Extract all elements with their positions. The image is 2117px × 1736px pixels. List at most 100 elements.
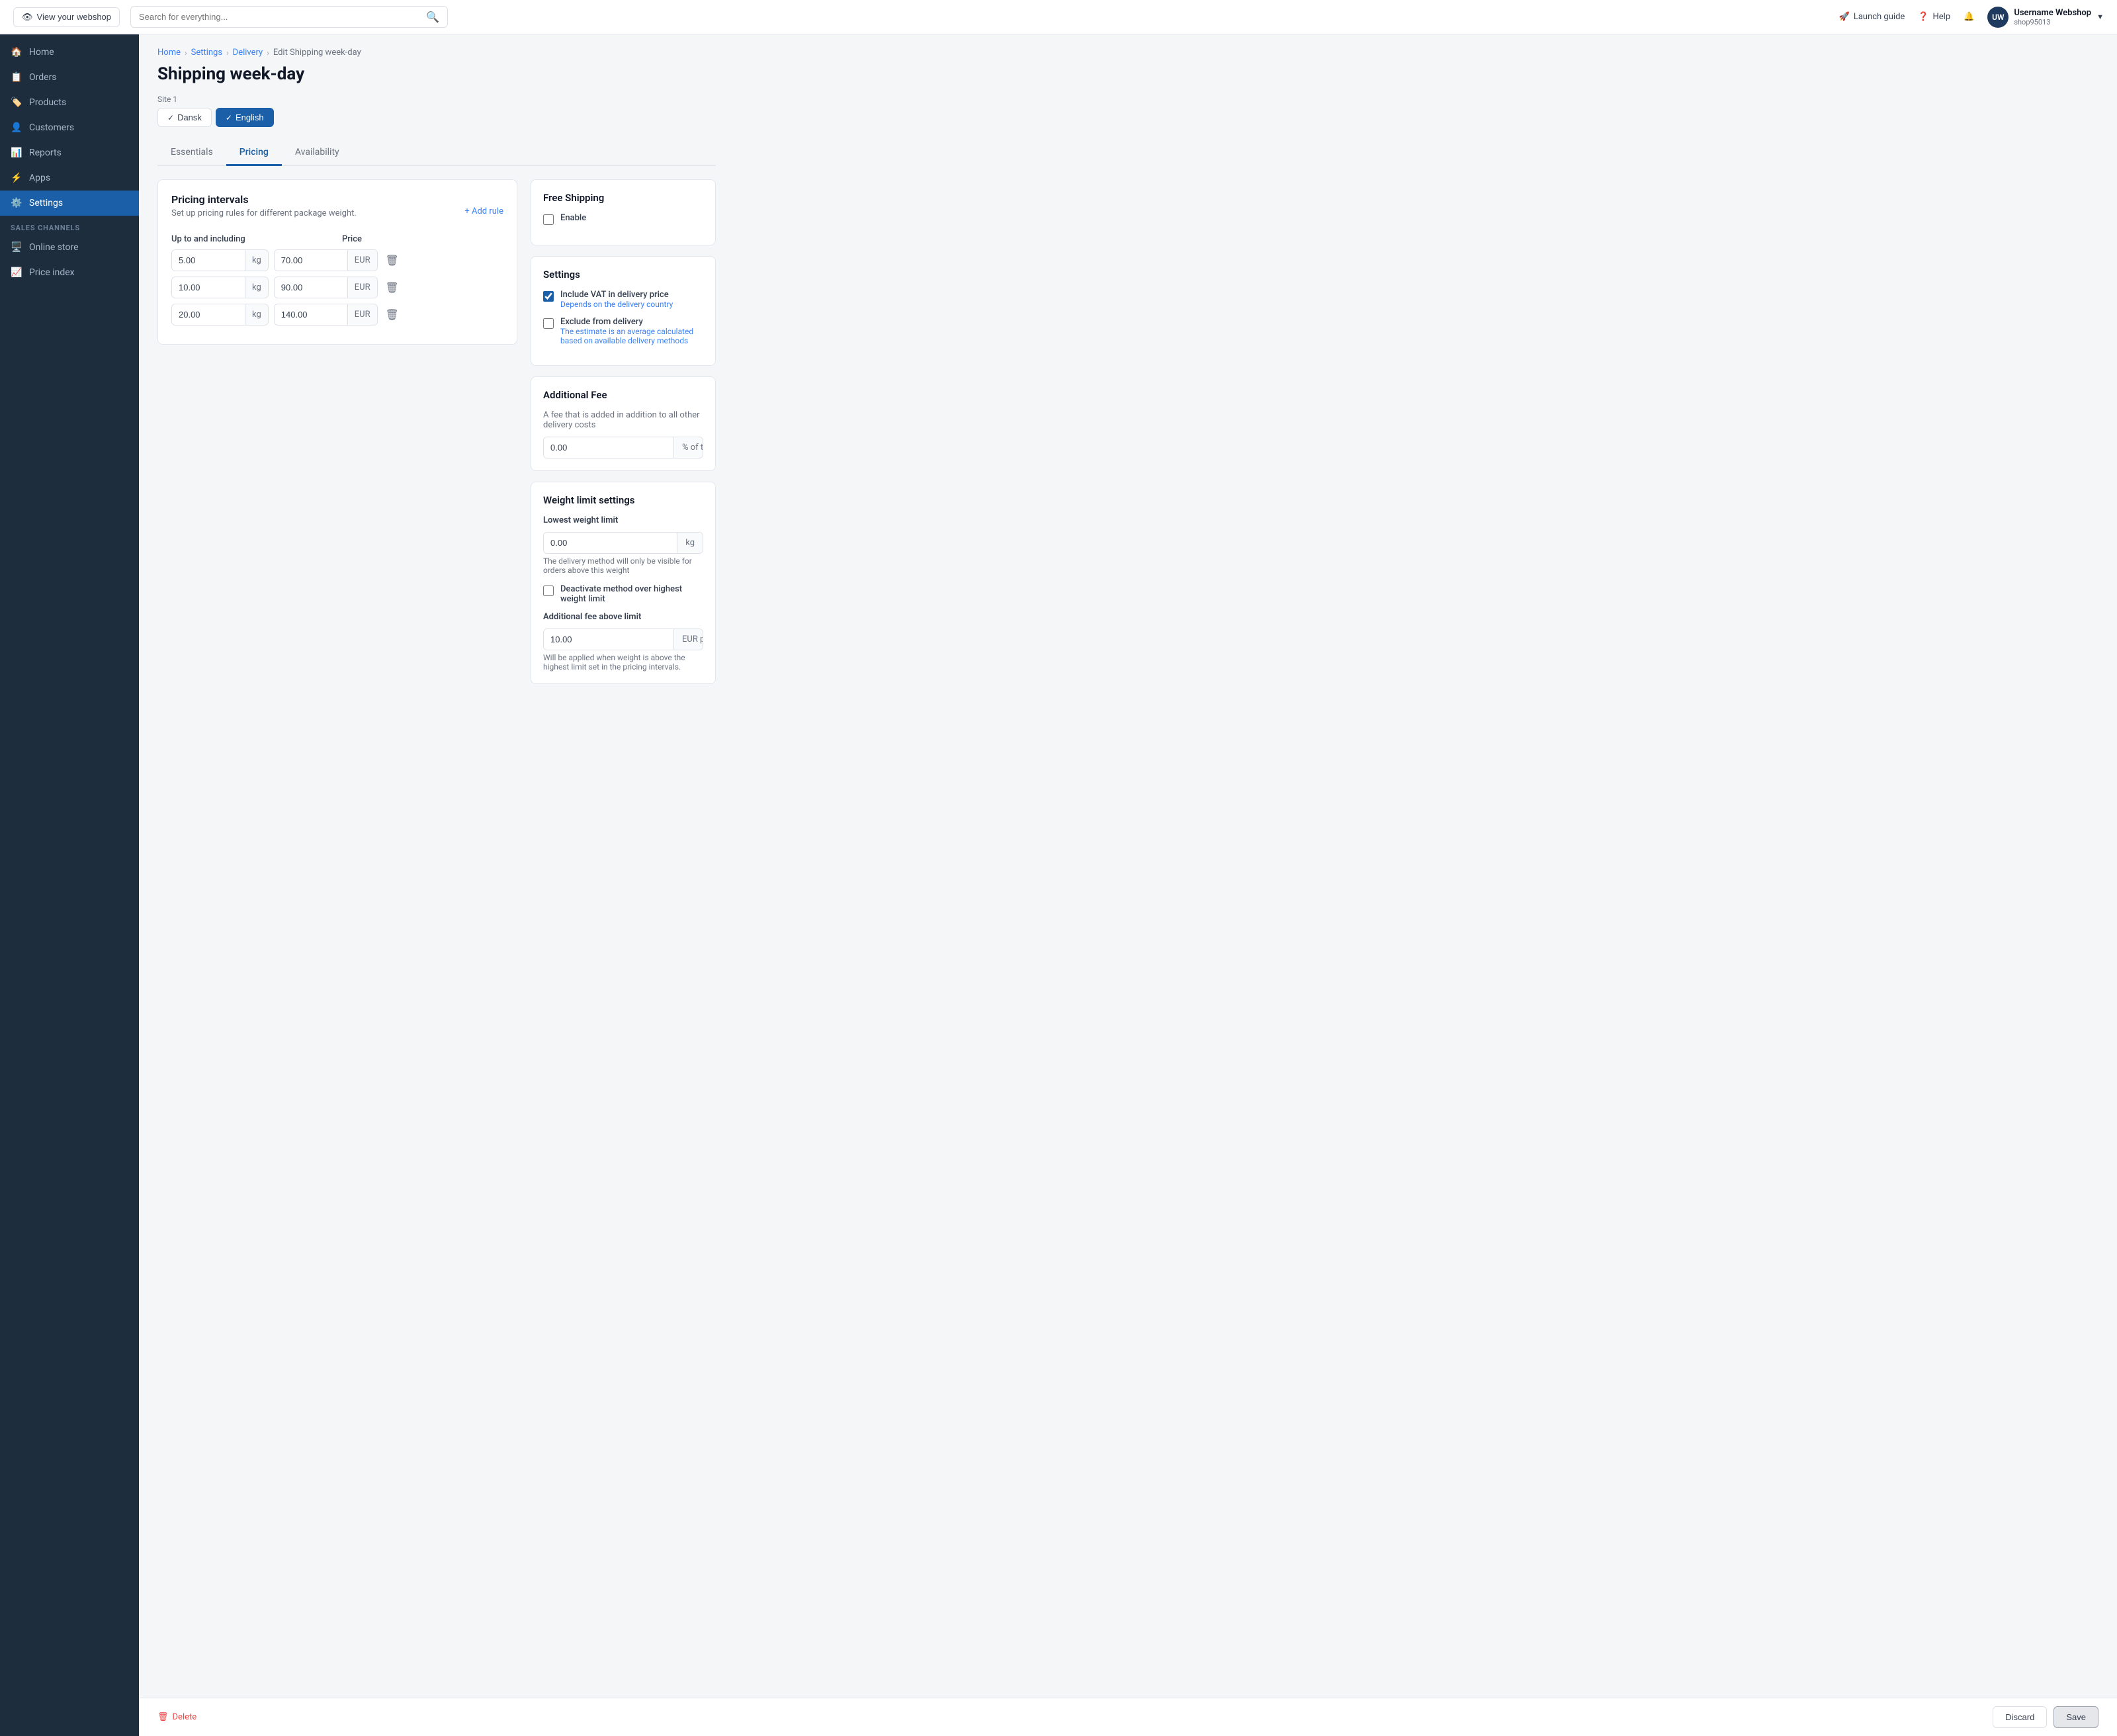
footer-right: Discard Save xyxy=(1993,1706,2098,1728)
vat-row: Include VAT in delivery price Depends on… xyxy=(543,290,703,309)
price-value-2[interactable] xyxy=(275,277,347,298)
help-button[interactable]: ❓ Help xyxy=(1918,12,1950,22)
price-unit-2: EUR xyxy=(347,277,377,298)
discard-button[interactable]: Discard xyxy=(1993,1706,2047,1728)
sidebar-item-label: Home xyxy=(29,47,54,58)
additional-fee-unit: % of total order xyxy=(673,437,703,458)
sidebar-nav: 🏠 Home 📋 Orders 🏷️ Products 👤 Customers … xyxy=(0,34,139,290)
weight-input-2: kg xyxy=(171,277,269,298)
reports-icon: 📊 xyxy=(11,147,22,159)
user-menu[interactable]: UW Username Webshop shop95013 ▼ xyxy=(1987,7,2104,28)
pricing-row: kg EUR 🗑 xyxy=(171,304,503,326)
bell-icon: 🔔 xyxy=(1964,12,1974,22)
tab-pricing[interactable]: Pricing xyxy=(226,140,282,166)
check-icon: ✓ xyxy=(167,113,174,122)
layout: 🏠 Home 📋 Orders 🏷️ Products 👤 Customers … xyxy=(0,34,2117,1736)
lang-tab-english[interactable]: ✓ English xyxy=(216,108,274,127)
sidebar-item-reports[interactable]: 📊 Reports xyxy=(0,140,139,165)
exclude-checkbox[interactable] xyxy=(543,318,554,329)
chevron-down-icon: ▼ xyxy=(2096,13,2104,21)
exclude-row: Exclude from delivery The estimate is an… xyxy=(543,317,703,345)
delete-row-3[interactable]: 🗑 xyxy=(383,306,402,324)
card-desc: Set up pricing rules for different packa… xyxy=(171,208,357,218)
weight-input-3: kg xyxy=(171,304,269,326)
lowest-weight-input[interactable] xyxy=(544,533,677,553)
help-label: Help xyxy=(1932,12,1950,22)
additional-fee-limit-hint: Will be applied when weight is above the… xyxy=(543,653,703,672)
search-bar: 🔍 xyxy=(130,6,448,28)
weight-value-1[interactable] xyxy=(172,250,245,271)
launch-guide-button[interactable]: 🚀 Launch guide xyxy=(1839,12,1905,22)
view-webshop-button[interactable]: 👁 View your webshop xyxy=(13,7,120,27)
sidebar-item-online-store[interactable]: 🖥️ Online store xyxy=(0,235,139,260)
sidebar-item-products[interactable]: 🏷️ Products xyxy=(0,90,139,115)
weight-unit-1: kg xyxy=(245,250,268,271)
price-unit-3: EUR xyxy=(347,304,377,325)
avatar: UW xyxy=(1987,7,2009,28)
delete-label: Delete xyxy=(173,1712,197,1722)
breadcrumb-home[interactable]: Home xyxy=(157,48,181,58)
additional-fee-limit-input[interactable] xyxy=(544,629,673,650)
breadcrumb-settings[interactable]: Settings xyxy=(191,48,222,58)
lowest-weight-hint: The delivery method will only be visible… xyxy=(543,556,703,575)
weight-limit-card: Weight limit settings Lowest weight limi… xyxy=(531,482,716,684)
weight-value-2[interactable] xyxy=(172,277,245,298)
free-shipping-checkbox[interactable] xyxy=(543,214,554,225)
lang-tab-dansk[interactable]: ✓ Dansk xyxy=(157,108,212,127)
weight-unit-2: kg xyxy=(245,277,268,298)
deactivate-checkbox[interactable] xyxy=(543,586,554,596)
sidebar-item-price-index[interactable]: 📈 Price index xyxy=(0,260,139,285)
sidebar-item-apps[interactable]: ⚡ Apps xyxy=(0,165,139,191)
online-store-icon: 🖥️ xyxy=(11,241,22,253)
pricing-row: kg EUR 🗑 xyxy=(171,277,503,298)
sidebar-item-label: Orders xyxy=(29,72,57,83)
additional-fee-desc: A fee that is added in addition to all o… xyxy=(543,410,703,430)
lowest-weight-label: Lowest weight limit xyxy=(543,515,703,525)
deactivate-label: Deactivate method over highest weight li… xyxy=(560,584,703,604)
lang-tab-label: English xyxy=(236,112,264,122)
delete-row-1[interactable]: 🗑 xyxy=(383,251,402,270)
price-value-1[interactable] xyxy=(275,250,347,271)
search-input[interactable] xyxy=(139,12,421,22)
sidebar-item-label: Customers xyxy=(29,122,74,133)
sidebar-item-settings[interactable]: ⚙️ Settings xyxy=(0,191,139,216)
check-icon: ✓ xyxy=(226,113,232,122)
vat-sub: Depends on the delivery country xyxy=(560,300,673,309)
sidebar: 🏠 Home 📋 Orders 🏷️ Products 👤 Customers … xyxy=(0,34,139,1736)
price-input-3: EUR xyxy=(274,304,378,326)
sidebar-item-orders[interactable]: 📋 Orders xyxy=(0,65,139,90)
vat-checkbox[interactable] xyxy=(543,291,554,302)
sidebar-item-label: Online store xyxy=(29,242,79,253)
sidebar-item-label: Reports xyxy=(29,148,62,158)
price-value-3[interactable] xyxy=(275,304,347,325)
deactivate-row: Deactivate method over highest weight li… xyxy=(543,584,703,604)
add-rule-button[interactable]: + Add rule xyxy=(464,206,503,216)
products-icon: 🏷️ xyxy=(11,97,22,108)
user-name: Username Webshop xyxy=(2014,8,2091,18)
additional-fee-input[interactable] xyxy=(544,437,673,458)
delete-row-2[interactable]: 🗑 xyxy=(383,279,402,297)
lowest-weight-unit: kg xyxy=(677,533,703,553)
card-title: Pricing intervals xyxy=(171,193,357,206)
orders-icon: 📋 xyxy=(11,71,22,83)
notifications-button[interactable]: 🔔 xyxy=(1964,12,1974,22)
additional-fee-limit-input-row: EUR per kg xyxy=(543,629,703,650)
user-shop: shop95013 xyxy=(2014,18,2091,26)
sidebar-item-home[interactable]: 🏠 Home xyxy=(0,40,139,65)
header-right: 🚀 Launch guide ❓ Help 🔔 UW Username Webs… xyxy=(1839,7,2104,28)
settings-card-title: Settings xyxy=(543,269,703,281)
price-index-icon: 📈 xyxy=(11,267,22,279)
weight-value-3[interactable] xyxy=(172,304,245,325)
save-button[interactable]: Save xyxy=(2053,1706,2098,1728)
tab-availability[interactable]: Availability xyxy=(282,140,353,166)
vat-label: Include VAT in delivery price xyxy=(560,290,673,300)
additional-fee-limit-unit: EUR per kg xyxy=(673,629,703,650)
settings-icon: ⚙️ xyxy=(11,197,22,209)
delete-button[interactable]: 🗑 Delete xyxy=(157,1712,196,1722)
sales-channels-title: SALES CHANNELS xyxy=(0,216,139,235)
pricing-row: kg EUR 🗑 xyxy=(171,249,503,271)
breadcrumb-delivery[interactable]: Delivery xyxy=(233,48,263,58)
sidebar-item-customers[interactable]: 👤 Customers xyxy=(0,115,139,140)
tab-essentials[interactable]: Essentials xyxy=(157,140,226,166)
free-shipping-card: Free Shipping Enable xyxy=(531,179,716,245)
